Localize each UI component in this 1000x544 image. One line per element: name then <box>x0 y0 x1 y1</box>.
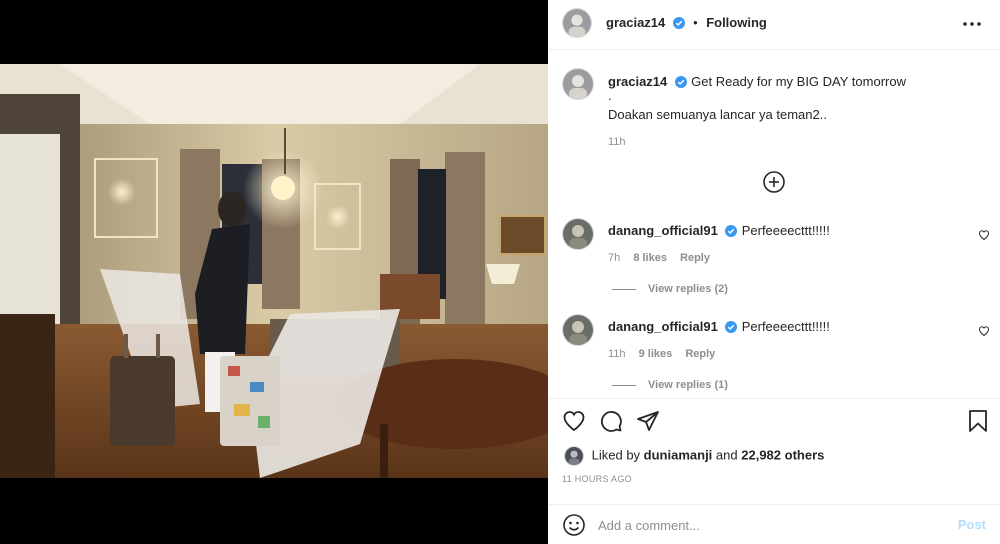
action-bar <box>548 398 1000 440</box>
comment-like-heart-icon[interactable] <box>978 228 990 241</box>
more-options-icon[interactable] <box>960 14 984 34</box>
emoji-icon[interactable] <box>562 513 586 537</box>
comment-avatar[interactable] <box>562 314 594 346</box>
liker-username[interactable]: duniamanji <box>644 447 713 462</box>
view-replies-button[interactable]: View replies (1) <box>612 379 728 391</box>
view-replies-button[interactable]: View replies (2) <box>612 283 728 295</box>
comment-text: Perfeeeecttt!!!!! <box>741 319 830 334</box>
caption-line-3: Doakan semuanya lancar ya teman2.. <box>608 107 827 122</box>
view-replies-label: View replies (1) <box>648 379 728 391</box>
post-timestamp[interactable]: 11 HOURS AGO <box>562 474 632 484</box>
reply-button[interactable]: Reply <box>685 348 715 360</box>
caption-username[interactable]: graciaz14 <box>608 74 667 89</box>
comment-text: Perfeeeecttt!!!!! <box>741 223 830 238</box>
liker-avatar[interactable] <box>564 446 584 466</box>
likes-summary: Liked by duniamanji and 22,982 others <box>564 446 824 466</box>
verified-badge-icon <box>672 16 685 34</box>
heart-icon[interactable] <box>562 409 586 433</box>
view-replies-line <box>612 288 636 290</box>
likes-joiner: and <box>715 447 738 463</box>
comment-like-heart-icon[interactable] <box>978 324 990 337</box>
verified-badge-icon <box>674 75 687 93</box>
caption-line-1: Get Ready for my BIG DAY tomorrow <box>691 74 906 89</box>
post-modal: graciaz14 • Following graciaz14 Get Read… <box>0 0 1000 544</box>
separator-dot: • <box>693 15 698 30</box>
reply-button[interactable]: Reply <box>680 252 710 264</box>
comment-likes[interactable]: 8 likes <box>633 252 667 264</box>
post-photo[interactable] <box>0 64 548 478</box>
hotel-room-photo <box>0 64 548 478</box>
avatar[interactable] <box>562 8 592 38</box>
add-comment-bar: Post <box>548 504 1000 544</box>
comment-avatar[interactable] <box>562 218 594 250</box>
post-header: graciaz14 • Following <box>548 0 1000 50</box>
comment-time[interactable]: 7h <box>608 252 620 264</box>
likes-others-link[interactable]: 22,982 others <box>741 447 824 462</box>
comment-likes[interactable]: 9 likes <box>639 348 673 360</box>
view-replies-line <box>612 384 636 386</box>
media-panel <box>0 0 548 544</box>
view-replies-label: View replies (2) <box>648 283 728 295</box>
comment-username[interactable]: danang_official91 <box>608 223 718 238</box>
verified-badge-icon <box>725 320 738 338</box>
caption-avatar[interactable] <box>562 68 594 100</box>
bookmark-icon[interactable] <box>966 409 990 433</box>
verified-badge-icon <box>725 224 738 242</box>
header-username[interactable]: graciaz14 <box>606 15 665 30</box>
caption-time[interactable]: 11h <box>608 136 626 148</box>
share-icon[interactable] <box>636 409 660 433</box>
following-button[interactable]: Following <box>706 15 767 30</box>
comment-time[interactable]: 11h <box>608 348 626 360</box>
post-sidebar: graciaz14 • Following graciaz14 Get Read… <box>548 0 1000 544</box>
comment-username[interactable]: danang_official91 <box>608 319 718 334</box>
comment-input[interactable] <box>598 513 928 537</box>
post-button[interactable]: Post <box>958 517 986 532</box>
liked-by-label: Liked by <box>591 447 641 463</box>
caption-line-2: . <box>608 88 612 103</box>
comment-icon[interactable] <box>599 409 623 433</box>
plus-circle-icon[interactable] <box>762 170 786 194</box>
